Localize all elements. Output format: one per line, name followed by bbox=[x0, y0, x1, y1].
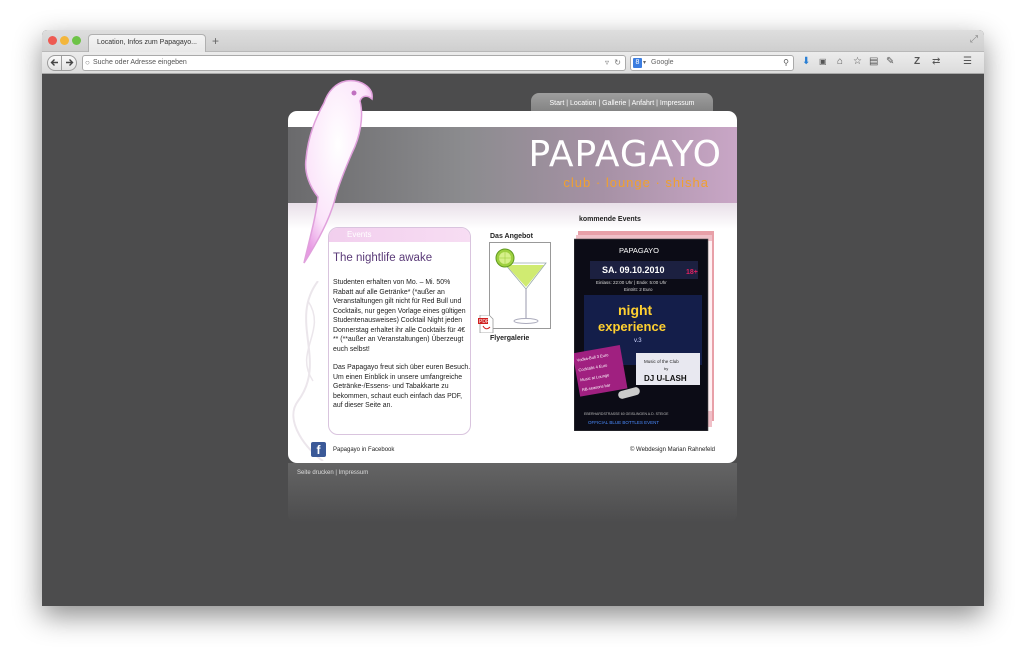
flyer-dj: DJ U-LASH bbox=[644, 374, 687, 383]
globe-icon: ○ bbox=[85, 58, 90, 67]
forward-arrow-icon bbox=[65, 59, 73, 66]
site-brand: PAPAGAYO bbox=[528, 134, 722, 175]
download-icon[interactable]: ⬇ bbox=[802, 57, 810, 67]
google-icon[interactable]: 8 bbox=[633, 58, 642, 68]
browser-tab[interactable]: Location, Infos zum Papagayo... bbox=[88, 34, 206, 52]
search-icon[interactable]: ⚲ bbox=[783, 58, 789, 67]
cocktail-glass-icon bbox=[490, 243, 550, 328]
search-bar[interactable]: 8 ▾ Google ⚲ bbox=[630, 55, 794, 71]
fullscreen-icon[interactable]: ⤢ bbox=[970, 34, 978, 45]
facebook-icon[interactable]: f bbox=[311, 442, 326, 457]
dropdown-arrow-icon[interactable]: ▿ bbox=[605, 58, 609, 67]
flyer-address: EBERHARDSTRASSE 60 GEISLINGEN A.D. STEIG… bbox=[584, 412, 669, 416]
sync-icon[interactable]: ⇄ bbox=[932, 57, 940, 67]
address-bar[interactable]: ○ Suche oder Adresse eingeben ▿ ↻ bbox=[82, 55, 626, 71]
minimize-window-icon[interactable] bbox=[60, 36, 69, 45]
flyer-title-night: night bbox=[618, 302, 653, 318]
site-menu-links[interactable]: Start | Location | Gallerie | Anfahrt | … bbox=[549, 100, 694, 107]
flyer-entry: Eintritt: 2 Euro bbox=[624, 287, 653, 292]
events-paragraph: Das Papagayo freut sich über euren Besuc… bbox=[333, 364, 471, 409]
upcoming-events-label: kommende Events bbox=[579, 216, 641, 223]
events-text: Studenten erhalten von Mo. – Mi. 50% Rab… bbox=[333, 278, 471, 420]
back-button[interactable] bbox=[47, 55, 62, 71]
pdf-icon-label: PDF bbox=[479, 319, 489, 325]
site-tagline: club · lounge · shisha bbox=[563, 175, 709, 190]
browser-window: Location, Infos zum Papagayo... + ⤢ ○ Su… bbox=[42, 30, 984, 606]
tab-bar: Location, Infos zum Papagayo... + ⤢ bbox=[42, 30, 984, 52]
clipboard-icon[interactable]: ▤ bbox=[869, 57, 878, 67]
event-flyer: PAPAGAYO SA. 09.10.2010 18+ Einlass: 22:… bbox=[572, 231, 714, 432]
events-paragraph: Studenten erhalten von Mo. – Mi. 50% Rab… bbox=[333, 279, 466, 353]
pen-icon[interactable]: ✎ bbox=[886, 57, 894, 67]
zoom-window-icon[interactable] bbox=[72, 36, 81, 45]
pdf-icon[interactable]: PDF bbox=[478, 314, 494, 334]
swirl-decoration-icon bbox=[292, 281, 324, 461]
zotero-icon[interactable]: Z bbox=[914, 57, 920, 67]
flyer-age: 18+ bbox=[686, 269, 698, 276]
flyer-date: SA. 09.10.2010 bbox=[602, 265, 665, 275]
parrot-logo-icon bbox=[303, 79, 373, 264]
flyer-brand: PAPAGAYO bbox=[619, 246, 659, 255]
flyer-music-of: Music of the Club bbox=[644, 359, 679, 364]
address-placeholder: Suche oder Adresse eingeben bbox=[93, 59, 187, 66]
flyer-title-experience: experience bbox=[598, 319, 666, 334]
event-flyer-stack[interactable]: PAPAGAYO SA. 09.10.2010 18+ Einlass: 22:… bbox=[572, 231, 715, 432]
print-impressum-links[interactable]: Seite drucken | Impressum bbox=[297, 470, 368, 476]
angebot-label: Das Angebot bbox=[490, 233, 533, 240]
cocktail-image[interactable] bbox=[489, 242, 551, 329]
menu-icon[interactable]: ☰ bbox=[963, 57, 972, 67]
flyer-version: v.3 bbox=[634, 338, 642, 344]
reload-icon[interactable]: ↻ bbox=[614, 58, 621, 67]
youtube-icon[interactable]: ▣ bbox=[819, 57, 827, 67]
tab-title: Location, Infos zum Papagayo... bbox=[97, 39, 198, 46]
web-content: Start | Location | Gallerie | Anfahrt | … bbox=[42, 75, 984, 606]
flyer-gallery-link[interactable]: Flyergalerie bbox=[490, 335, 529, 342]
bookmark-star-icon[interactable]: ☆ bbox=[853, 57, 862, 67]
pdf-document-icon: PDF bbox=[478, 314, 494, 334]
flyer-event: OFFICIAL BLUE BOTTLES EVENT bbox=[588, 420, 659, 425]
search-placeholder: Google bbox=[651, 59, 674, 66]
facebook-link[interactable]: Papagayo in Facebook bbox=[333, 447, 394, 453]
forward-button[interactable] bbox=[62, 55, 77, 71]
close-window-icon[interactable] bbox=[48, 36, 57, 45]
webdesign-credit[interactable]: © Webdesign Marian Rahnefeld bbox=[630, 447, 715, 453]
new-tab-button[interactable]: + bbox=[212, 35, 219, 47]
flyer-times: Einlass: 22:00 Uhr | Ende: 5:00 Uhr bbox=[596, 280, 667, 285]
flyer-by: by bbox=[664, 366, 668, 371]
back-arrow-icon bbox=[50, 59, 58, 66]
navigation-toolbar: ○ Suche oder Adresse eingeben ▿ ↻ 8 ▾ Go… bbox=[42, 52, 984, 74]
search-engine-dropdown-icon[interactable]: ▾ bbox=[643, 59, 646, 66]
home-icon[interactable]: ⌂ bbox=[837, 57, 843, 67]
